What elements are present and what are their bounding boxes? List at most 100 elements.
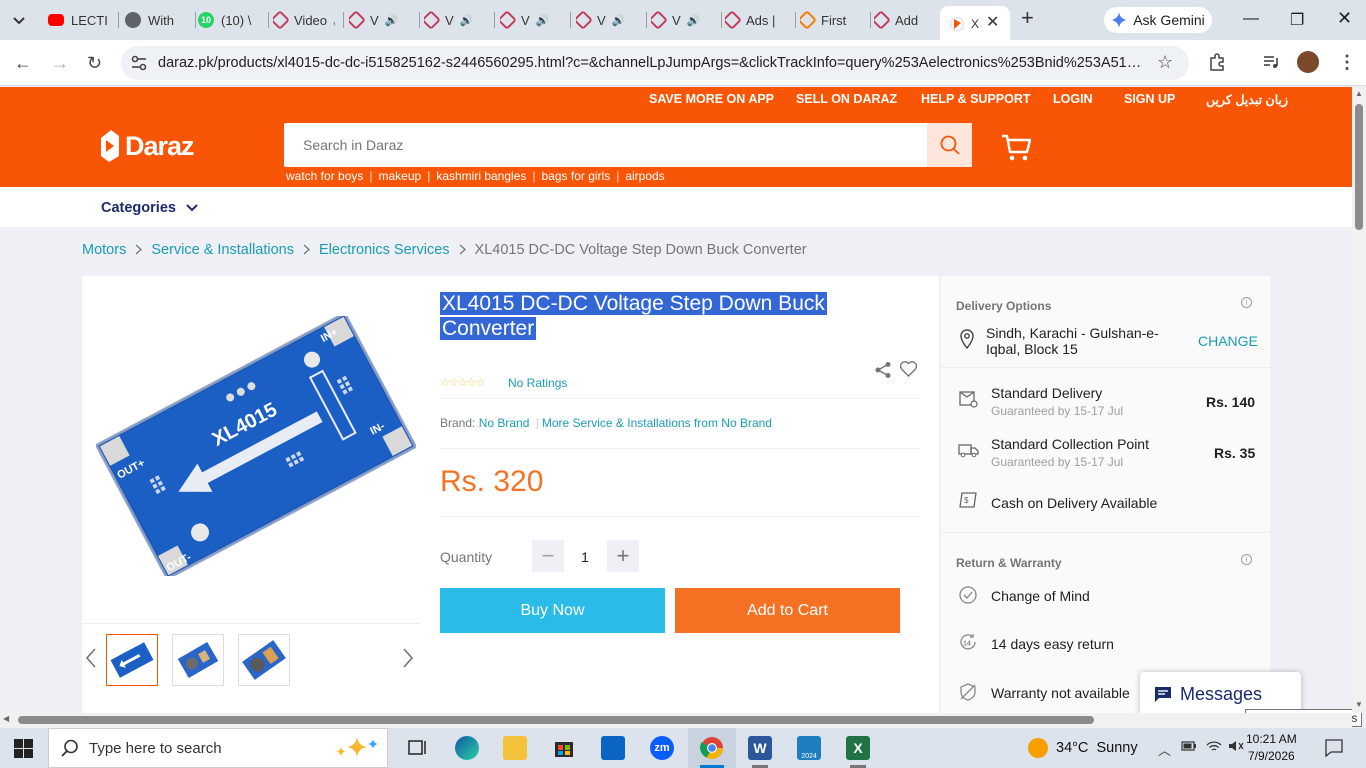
quantity-increase-button[interactable]: + <box>607 540 639 572</box>
profile-avatar[interactable] <box>1297 51 1319 73</box>
hot-keyword-link[interactable]: airpods <box>619 169 670 183</box>
chevron-right-icon <box>459 243 466 258</box>
breadcrumb-link[interactable]: Motors <box>82 242 126 258</box>
active-tab-title: X <box>971 17 980 31</box>
taskbar-search[interactable]: Type here to search <box>48 728 388 768</box>
volume-icon[interactable] <box>1228 739 1244 756</box>
browser-tab[interactable]: V 🔊 <box>349 8 411 32</box>
info-icon[interactable]: i <box>1241 297 1252 308</box>
top-link[interactable]: SIGN UP <box>1124 92 1175 106</box>
word-app[interactable]: W <box>748 736 772 760</box>
extensions-button[interactable] <box>1208 53 1226 76</box>
gallery-thumb[interactable] <box>106 634 158 686</box>
hot-keyword-link[interactable]: bags for girls <box>536 169 617 183</box>
product-image[interactable]: XL4015 IN+ IN- OUT+ OUT- <box>96 316 416 576</box>
start-button[interactable] <box>14 739 33 763</box>
browser-tab[interactable]: Video 🔊 <box>273 8 335 32</box>
edge-app[interactable] <box>455 736 479 760</box>
add-to-cart-button[interactable]: Add to Cart <box>675 588 900 633</box>
tray-overflow-button[interactable]: ︿ <box>1158 740 1171 759</box>
tab-close-button[interactable]: ✕ <box>986 10 999 34</box>
breadcrumb-link[interactable]: Service & Installations <box>151 242 294 258</box>
standard-delivery-price: Rs. 140 <box>1206 394 1256 410</box>
bookmark-button[interactable]: ☆ <box>1157 52 1173 73</box>
search-button[interactable] <box>927 123 972 167</box>
battery-icon[interactable] <box>1181 740 1197 755</box>
vertical-scrollbar-thumb[interactable] <box>1355 104 1363 230</box>
notification-icon <box>1325 739 1343 758</box>
close-icon: ✕ <box>1337 8 1353 28</box>
daraz-logo[interactable]: Daraz <box>99 128 195 164</box>
url-text[interactable]: daraz.pk/products/xl4015-dc-dc-i51582516… <box>158 55 1148 71</box>
store-app[interactable] <box>552 736 576 760</box>
top-link[interactable]: LOGIN <box>1053 92 1093 106</box>
browser-tab[interactable]: Add <box>874 8 936 32</box>
quantity-value[interactable]: 1 <box>570 549 600 565</box>
site-info-button[interactable] <box>130 54 148 77</box>
task-view-button[interactable] <box>406 736 430 760</box>
scroll-up-icon[interactable]: ▲ <box>1355 89 1363 98</box>
browser-tab[interactable]: Ads | <box>725 8 787 32</box>
hot-keyword-link[interactable]: kashmiri bangles <box>430 169 532 183</box>
top-link[interactable]: زبان تبدیل کریں <box>1206 92 1288 107</box>
browser-tab[interactable]: With <box>125 8 187 32</box>
excel-app[interactable]: X <box>846 736 870 760</box>
browser-tab[interactable]: First <box>800 8 862 32</box>
close-window-button[interactable]: ✕ <box>1337 8 1352 29</box>
info-icon[interactable]: i <box>1241 554 1252 565</box>
calendar-app[interactable]: 2024 <box>797 736 821 760</box>
reload-button[interactable]: ↻ <box>87 53 102 74</box>
wishlist-button[interactable] <box>899 360 918 383</box>
cart-button[interactable] <box>1001 134 1032 167</box>
breadcrumb-current: XL4015 DC-DC Voltage Step Down Buck Conv… <box>474 242 807 258</box>
maximize-button[interactable]: ❐ <box>1290 10 1304 30</box>
warranty-text: Warranty not available <box>991 685 1130 701</box>
breadcrumb-link[interactable]: Electronics Services <box>319 242 450 258</box>
media-control-button[interactable] <box>1262 53 1280 76</box>
browser-tab[interactable]: V 🔊 <box>500 8 562 32</box>
taskbar-clock[interactable]: 10:21 AM 7/9/2026 <box>1246 731 1297 765</box>
browser-tab[interactable]: V 🔊 <box>424 8 486 32</box>
minimize-button[interactable]: — <box>1243 10 1259 28</box>
change-location-button[interactable]: CHANGE <box>1198 333 1258 349</box>
browser-tab[interactable]: V 🔊 <box>576 8 638 32</box>
hot-keyword-link[interactable]: watch for boys <box>284 169 369 183</box>
top-link[interactable]: HELP & SUPPORT <box>921 92 1031 106</box>
new-tab-button[interactable]: + <box>1021 6 1034 30</box>
zoom-app[interactable]: zm <box>650 736 674 760</box>
tab-title: Ads | <box>746 12 776 28</box>
share-button[interactable] <box>874 361 892 384</box>
browser-tab[interactable]: 10 (10) \ <box>198 8 260 32</box>
browser-menu-button[interactable]: ⋮ <box>1338 52 1356 73</box>
wifi-icon[interactable] <box>1206 740 1222 756</box>
categories-dropdown[interactable]: Categories <box>101 200 198 216</box>
horizontal-scrollbar-thumb[interactable] <box>18 716 1094 724</box>
hot-keyword-link[interactable]: makeup <box>373 169 428 183</box>
back-button[interactable]: ← <box>14 53 32 74</box>
brand-link[interactable]: No Brand <box>479 416 530 430</box>
gallery-thumb[interactable] <box>238 634 290 686</box>
forward-button[interactable]: → <box>51 53 69 74</box>
outlook-app[interactable] <box>601 736 625 760</box>
ratings-link[interactable]: No Ratings <box>508 376 567 390</box>
gallery-next-button[interactable] <box>403 648 414 673</box>
ask-gemini-button[interactable]: Ask Gemini <box>1104 7 1212 33</box>
chrome-app[interactable] <box>700 736 724 760</box>
tab-separator <box>419 12 420 28</box>
top-link[interactable]: SAVE MORE ON APP <box>649 92 774 106</box>
gallery-thumb[interactable] <box>172 634 224 686</box>
more-from-brand-link[interactable]: More Service & Installations from No Bra… <box>542 416 772 430</box>
gallery-prev-button[interactable] <box>85 648 96 673</box>
browser-tab[interactable]: LECTI <box>48 8 110 32</box>
search-input[interactable] <box>284 123 927 167</box>
buy-now-button[interactable]: Buy Now <box>440 588 665 633</box>
notification-center-button[interactable] <box>1324 738 1344 763</box>
scroll-left-icon[interactable]: ◀ <box>3 714 9 723</box>
top-link[interactable]: SELL ON DARAZ <box>796 92 897 106</box>
browser-tab[interactable]: V 🔊 <box>651 8 713 32</box>
scroll-down-icon[interactable]: ▼ <box>1355 700 1363 709</box>
quantity-decrease-button[interactable]: − <box>532 540 564 572</box>
weather-widget[interactable]: 34°C Sunny <box>1028 738 1138 758</box>
tab-search-button[interactable] <box>10 8 28 32</box>
file-explorer-app[interactable] <box>503 736 527 760</box>
